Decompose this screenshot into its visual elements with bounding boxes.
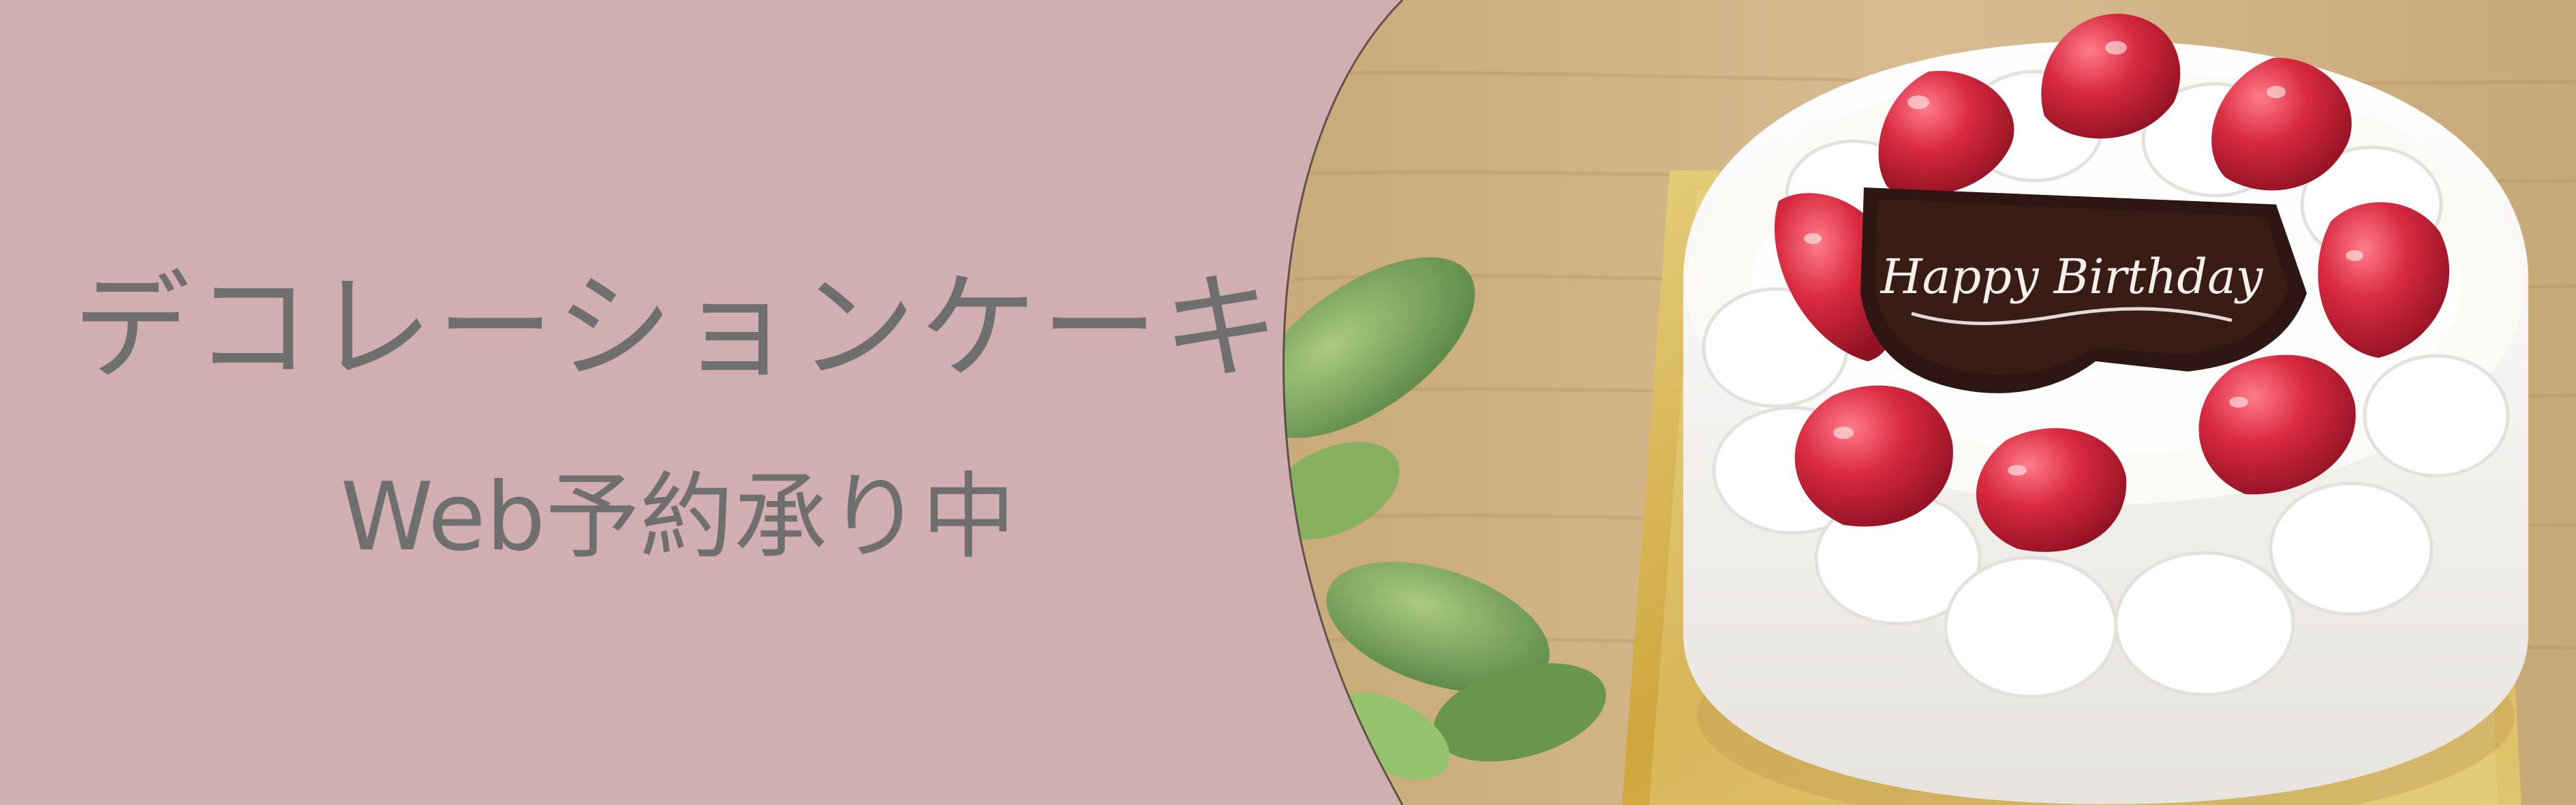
cake-photo: Happy Birthday bbox=[0, 0, 2576, 805]
cake-photo-svg: Happy Birthday bbox=[1282, 0, 2576, 805]
plaque-text: Happy Birthday bbox=[1880, 249, 2264, 305]
banner-subtitle: Web予約承り中 bbox=[340, 462, 1016, 572]
banner-title: デコレーションケーキ bbox=[72, 259, 1284, 396]
promo-banner: Happy Birthday デコレーションケーキ Web予約承り中 bbox=[0, 0, 2576, 805]
